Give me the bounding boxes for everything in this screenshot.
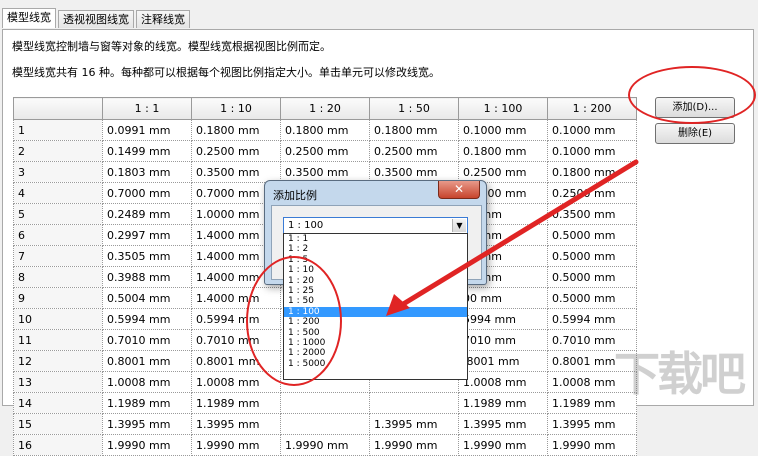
lineweight-cell[interactable]: 1.9990 mm — [369, 434, 459, 456]
lineweight-cell[interactable]: 1.3995 mm — [191, 413, 281, 435]
lineweight-cell[interactable]: 1.3995 mm — [547, 413, 637, 435]
lineweight-cell[interactable]: 1.9990 mm — [280, 434, 370, 456]
highlight-circle-options — [246, 256, 342, 386]
lineweight-cell[interactable]: 1.9990 mm — [458, 434, 548, 456]
lineweight-cell[interactable]: 1.9990 mm — [547, 434, 637, 456]
row-number: 15 — [13, 413, 103, 435]
highlight-circle-add — [628, 66, 756, 124]
red-arrow-shaft — [397, 159, 639, 309]
lineweight-cell[interactable]: 1.9990 mm — [102, 434, 192, 456]
red-arrow-head — [386, 294, 410, 316]
lineweight-cell[interactable] — [280, 413, 370, 435]
watermark-logo: 下载吧 — [614, 347, 746, 401]
lineweight-cell[interactable]: 1.3995 mm — [369, 413, 459, 435]
row-number: 16 — [13, 434, 103, 456]
table-row: 16 1.9990 mm 1.9990 mm 1.9990 mm 1.9990 mm 1.… — [13, 434, 637, 456]
lineweight-cell[interactable]: 1.3995 mm — [458, 413, 548, 435]
table-row: 15 1.3995 mm 1.3995 mm 1.3995 mm 1.3995 mm 1.… — [13, 413, 637, 435]
lineweight-cell[interactable]: 1.9990 mm — [191, 434, 281, 456]
lineweight-cell[interactable]: 1.3995 mm — [102, 413, 192, 435]
tab-model-lineweights[interactable]: 模型线宽 — [2, 8, 56, 28]
